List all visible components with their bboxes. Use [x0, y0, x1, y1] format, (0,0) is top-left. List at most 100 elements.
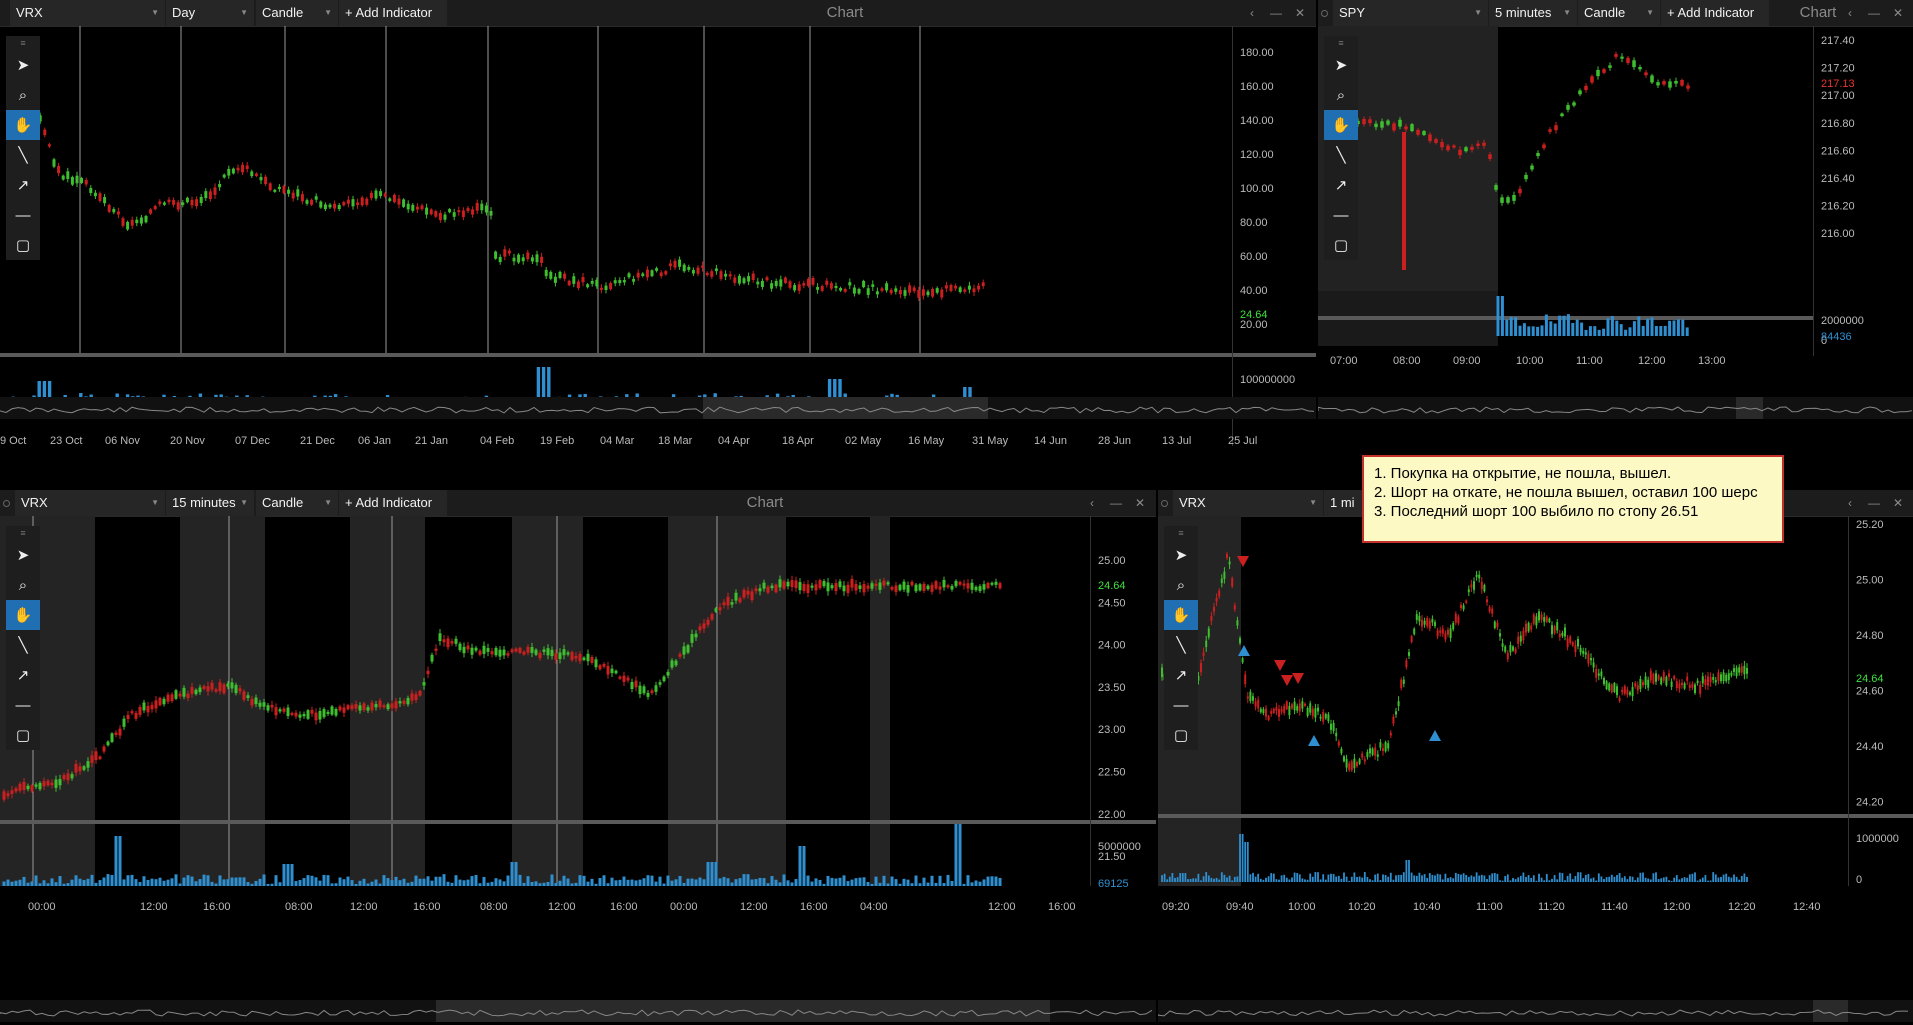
candle [62, 775, 66, 780]
arrow-tool-icon[interactable]: ↗ [1164, 660, 1198, 690]
volume-bar [1434, 875, 1436, 882]
close-icon[interactable]: ✕ [1128, 490, 1152, 516]
candle [1735, 667, 1738, 677]
candle [572, 276, 576, 284]
candle [1673, 675, 1676, 680]
minimize-icon[interactable]: — [1104, 490, 1128, 516]
candle [58, 779, 62, 786]
magnifier-icon[interactable]: ⌕ [1164, 570, 1198, 600]
horizontal-line-icon[interactable]: — [1324, 200, 1358, 230]
candle [641, 273, 645, 276]
volume-bar [346, 876, 350, 886]
chart-canvas[interactable]: 217.40 217.20 217.00 216.80 216.60 216.40 216.… [1318, 26, 1913, 487]
minimize-icon[interactable]: — [1862, 490, 1886, 516]
minimize-icon[interactable]: — [1264, 0, 1288, 26]
symbol-selector[interactable]: SPY ▼ [1333, 0, 1488, 26]
candle [1252, 696, 1254, 701]
rectangle-tool-icon[interactable]: ▢ [6, 720, 40, 750]
chart-canvas[interactable]: 25.0024.5024.0023.5023.0022.5022.0021.50… [0, 516, 1156, 1025]
trade-notes-annotation[interactable]: 1. Покупка на открытие, не пошла, вышел.… [1362, 455, 1784, 543]
candle [1392, 716, 1395, 724]
add-indicator-button[interactable]: + Add Indicator [339, 0, 447, 26]
back-icon[interactable]: ‹ [1240, 0, 1264, 26]
candle [790, 580, 794, 587]
cursor-arrow-icon[interactable]: ➤ [1324, 50, 1358, 80]
interval-selector[interactable]: 5 minutes ▼ [1489, 0, 1577, 26]
volume-bar [342, 879, 346, 886]
toolbar-grip-icon[interactable]: ≡ [6, 526, 40, 540]
candle [6, 793, 10, 797]
candle [1470, 584, 1473, 588]
add-indicator-button[interactable]: + Add Indicator [339, 490, 447, 516]
toolbar-grip-icon[interactable]: ≡ [1164, 526, 1198, 540]
close-icon[interactable]: ✕ [1886, 0, 1910, 26]
close-icon[interactable]: ✕ [1886, 490, 1910, 516]
arrow-tool-icon[interactable]: ↗ [6, 170, 40, 200]
volume-bar [874, 876, 878, 886]
arrow-tool-icon[interactable]: ↗ [6, 660, 40, 690]
close-icon[interactable]: ✕ [1288, 0, 1312, 26]
candle [506, 653, 510, 656]
volume-bar [606, 883, 610, 886]
volume-bar [1348, 880, 1351, 882]
line-tool-icon[interactable]: ╲ [1324, 140, 1358, 170]
chart-type-selector[interactable]: Candle ▼ [256, 0, 338, 26]
candle [250, 698, 254, 706]
back-icon[interactable]: ‹ [1838, 490, 1862, 516]
chart-type-selector[interactable]: Candle ▼ [1578, 0, 1660, 26]
candle [774, 584, 778, 593]
magnifier-icon[interactable]: ⌕ [6, 80, 40, 110]
hand-pan-icon[interactable]: ✋ [1164, 600, 1198, 630]
line-tool-icon[interactable]: ╲ [6, 630, 40, 660]
symbol-selector[interactable]: VRX ▼ [10, 0, 165, 26]
arrow-tool-icon[interactable]: ↗ [1324, 170, 1358, 200]
rectangle-tool-icon[interactable]: ▢ [1164, 720, 1198, 750]
candle [878, 582, 882, 590]
minimize-icon[interactable]: — [1862, 0, 1886, 26]
interval-selector[interactable]: Day ▼ [166, 0, 254, 26]
hand-pan-icon[interactable]: ✋ [6, 110, 40, 140]
rectangle-tool-icon[interactable]: ▢ [6, 230, 40, 260]
cursor-arrow-icon[interactable]: ➤ [6, 540, 40, 570]
candle [1496, 622, 1499, 628]
volume-bar [746, 874, 750, 886]
line-tool-icon[interactable]: ╲ [6, 140, 40, 170]
line-tool-icon[interactable]: ╲ [1164, 630, 1198, 660]
back-icon[interactable]: ‹ [1080, 490, 1104, 516]
note-line-1: 1. Покупка на открытие, не пошла, вышел. [1374, 465, 1672, 482]
hand-pan-icon[interactable]: ✋ [1324, 110, 1358, 140]
horizontal-line-icon[interactable]: — [1164, 690, 1198, 720]
chart-canvas[interactable]: 25.20 25.00 24.80 24.60 24.40 24.20 24.64 10000… [1158, 516, 1913, 1025]
volume-bar [822, 883, 826, 886]
horizontal-line-icon[interactable]: — [6, 200, 40, 230]
horizontal-line-icon[interactable]: — [6, 690, 40, 720]
cursor-arrow-icon[interactable]: ➤ [6, 50, 40, 80]
add-indicator-button[interactable]: + Add Indicator [1661, 0, 1769, 26]
candle [982, 584, 986, 590]
back-icon[interactable]: ‹ [1838, 0, 1862, 26]
time-tick-label: 12:00 [1663, 901, 1691, 913]
symbol-selector[interactable]: VRX ▼ [1173, 490, 1323, 516]
interval-selector[interactable]: 15 minutes ▼ [166, 490, 254, 516]
candle [1265, 708, 1267, 717]
candle [474, 647, 478, 651]
rectangle-tool-icon[interactable]: ▢ [1324, 230, 1358, 260]
chart-canvas[interactable]: 180.00 160.00 140.00 120.00 100.00 80.00 60.00… [0, 26, 1316, 487]
candle [1621, 689, 1624, 693]
candle [241, 164, 245, 173]
volume-bar [1561, 873, 1564, 882]
cursor-arrow-icon[interactable]: ➤ [1164, 540, 1198, 570]
chevron-down-icon: ▼ [240, 498, 248, 507]
magnifier-icon[interactable]: ⌕ [1324, 80, 1358, 110]
time-tick-label: 12:00 [740, 901, 768, 913]
symbol-selector[interactable]: VRX ▼ [15, 490, 165, 516]
candle [1473, 581, 1475, 590]
toolbar-grip-icon[interactable]: ≡ [6, 36, 40, 50]
magnifier-icon[interactable]: ⌕ [6, 570, 40, 600]
toolbar-grip-icon[interactable]: ≡ [1324, 36, 1358, 50]
candle [1486, 599, 1488, 603]
volume-bar [1637, 316, 1641, 336]
chart-type-selector[interactable]: Candle ▼ [256, 490, 338, 516]
candle [190, 199, 194, 206]
hand-pan-icon[interactable]: ✋ [6, 600, 40, 630]
